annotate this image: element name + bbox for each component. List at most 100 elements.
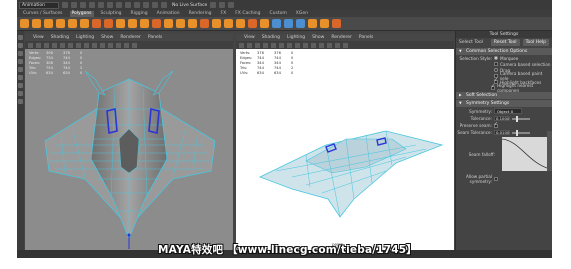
wireframe-icon[interactable]	[76, 42, 81, 48]
camera-lock-icon[interactable]	[247, 42, 252, 48]
panels-menu[interactable]: Panels	[359, 35, 373, 40]
planar-map-icon[interactable]	[284, 19, 293, 28]
shelf-tab-sculpting[interactable]: Sculpting	[99, 11, 124, 17]
attribute-editor-side-tab[interactable]	[547, 131, 552, 171]
renderer-menu[interactable]: Renderer	[120, 35, 141, 40]
uv-editor-icon[interactable]	[272, 19, 281, 28]
mirror-icon[interactable]	[164, 19, 173, 28]
boolean-icon[interactable]	[152, 19, 161, 28]
bookmark-icon[interactable]	[255, 42, 260, 48]
view-menu[interactable]: View	[33, 35, 44, 40]
camera-select-icon[interactable]	[239, 42, 244, 48]
persp-viewport[interactable]: View Shading Lighting Show Renderer Pane…	[236, 34, 454, 250]
combine-icon[interactable]	[116, 19, 125, 28]
poly-torus-icon[interactable]	[68, 19, 77, 28]
render-icon[interactable]	[210, 2, 217, 8]
film-gate-icon[interactable]	[271, 42, 276, 48]
poly-cone-icon[interactable]	[56, 19, 65, 28]
reset-tool-button[interactable]: Reset Tool	[490, 39, 520, 46]
xray-icon[interactable]	[132, 42, 137, 48]
shelf-tab-custom[interactable]: Custom	[268, 11, 289, 17]
textured-icon[interactable]	[100, 42, 105, 48]
poly-cylinder-icon[interactable]	[44, 19, 53, 28]
live-surface-label[interactable]: No Live Surface	[172, 3, 207, 8]
poly-plane-icon[interactable]	[80, 19, 89, 28]
new-scene-icon[interactable]	[62, 2, 68, 8]
open-scene-icon[interactable]	[71, 2, 77, 8]
partial-symmetry-checkbox[interactable]	[494, 177, 498, 181]
resolution-gate-icon[interactable]	[279, 42, 284, 48]
quad-draw-icon[interactable]	[236, 19, 245, 28]
spaceship-model-front[interactable]	[25, 49, 233, 250]
marquee-radio[interactable]	[494, 56, 498, 60]
layout-two-icon[interactable]	[18, 99, 23, 104]
smooth-shade-icon[interactable]	[84, 42, 89, 48]
drag-radio[interactable]	[494, 68, 498, 72]
lights-icon[interactable]	[108, 42, 113, 48]
snap-point-icon[interactable]	[152, 2, 158, 8]
move-tool-icon[interactable]	[18, 59, 23, 64]
shelf-tab-fx-caching[interactable]: FX Caching	[233, 11, 262, 17]
target-weld-icon[interactable]	[224, 19, 233, 28]
harden-edge-icon[interactable]	[320, 19, 329, 28]
symmetry-dropdown[interactable]: Object X	[494, 108, 522, 114]
snap-grid-icon[interactable]	[134, 2, 140, 8]
wireframe-on-shaded-icon[interactable]	[303, 42, 308, 48]
scale-tool-icon[interactable]	[18, 75, 23, 80]
platonic-solid-icon[interactable]	[104, 19, 113, 28]
spaceship-model-persp[interactable]	[236, 49, 454, 250]
shadows-icon[interactable]	[327, 42, 332, 48]
layout-single-icon[interactable]	[18, 83, 23, 88]
renderer-menu[interactable]: Renderer	[331, 35, 352, 40]
select-tool-icon[interactable]	[18, 35, 23, 40]
insert-edge-loop-icon[interactable]	[248, 19, 257, 28]
highlight-nearest-checkbox[interactable]	[491, 84, 496, 90]
layout-four-icon[interactable]	[18, 91, 23, 96]
poly-sphere-icon[interactable]	[20, 19, 29, 28]
shelf-tab-curves-surfaces[interactable]: Curves / Surfaces	[21, 11, 65, 17]
separate-icon[interactable]	[128, 19, 137, 28]
show-menu[interactable]: Show	[101, 35, 113, 40]
shelf-tab-rendering[interactable]: Rendering	[187, 11, 214, 17]
bookmark-icon[interactable]	[44, 42, 49, 48]
shelf-tab-fx[interactable]: FX	[219, 11, 229, 17]
poly-cube-icon[interactable]	[32, 19, 41, 28]
seam-tolerance-field[interactable]: 0.0100	[494, 130, 510, 135]
isolate-select-icon[interactable]	[335, 42, 340, 48]
shadows-icon[interactable]	[116, 42, 121, 48]
paint-select-icon[interactable]	[18, 51, 23, 56]
shading-menu[interactable]: Shading	[262, 35, 280, 40]
resolution-gate-icon[interactable]	[68, 42, 73, 48]
shading-menu[interactable]: Shading	[51, 35, 69, 40]
grid-icon[interactable]	[263, 42, 268, 48]
undo-icon[interactable]	[89, 2, 95, 8]
xray-icon[interactable]	[343, 42, 348, 48]
camera-select-icon[interactable]	[28, 42, 33, 48]
wireframe-on-shaded-icon[interactable]	[92, 42, 97, 48]
redo-icon[interactable]	[98, 2, 104, 8]
menu-set-dropdown[interactable]: Animation	[19, 1, 59, 9]
camera-lock-icon[interactable]	[36, 42, 41, 48]
bridge-icon[interactable]	[188, 19, 197, 28]
auto-map-icon[interactable]	[296, 19, 305, 28]
multi-cut-icon[interactable]	[212, 19, 221, 28]
shelf-tab-rigging[interactable]: Rigging	[129, 11, 150, 17]
shelf-tab-polygons[interactable]: Polygons	[69, 10, 94, 17]
soften-edge-icon[interactable]	[308, 19, 317, 28]
extrude-icon[interactable]	[176, 19, 185, 28]
tolerance-field[interactable]: 0.1000	[494, 116, 510, 121]
select-by-object-icon[interactable]	[116, 2, 122, 8]
view-menu[interactable]: View	[244, 35, 255, 40]
common-selection-section[interactable]: Common Selection Options	[456, 48, 552, 55]
symmetry-settings-section[interactable]: Symmetry Settings	[456, 100, 552, 107]
isolate-select-icon[interactable]	[124, 42, 129, 48]
rotate-tool-icon[interactable]	[18, 67, 23, 72]
tolerance-slider[interactable]	[512, 115, 530, 122]
lights-icon[interactable]	[319, 42, 324, 48]
lasso-tool-icon[interactable]	[18, 43, 23, 48]
wireframe-icon[interactable]	[287, 42, 292, 48]
seam-falloff-curve[interactable]	[501, 137, 551, 171]
render-settings-icon[interactable]	[228, 2, 235, 8]
snap-curve-icon[interactable]	[143, 2, 149, 8]
lighting-menu[interactable]: Lighting	[287, 35, 305, 40]
